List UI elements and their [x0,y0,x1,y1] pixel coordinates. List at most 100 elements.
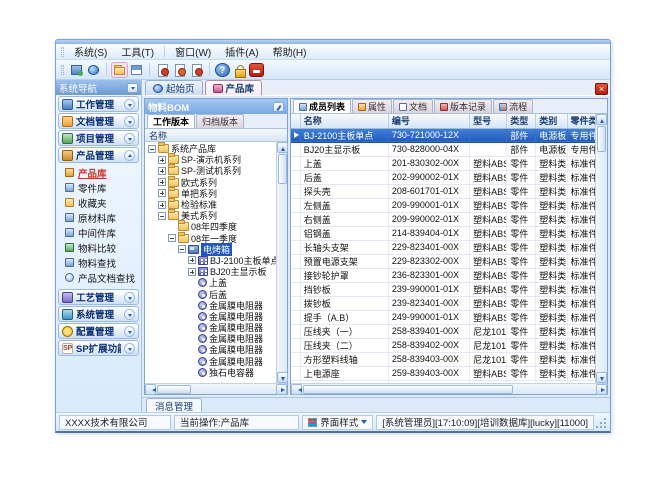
table-row[interactable]: 预置电源支架229-823302-00X塑料ABS零件塑料类标准件外协条 [291,254,595,268]
sidebar-group-配置管理[interactable]: 配置管理 [58,323,139,339]
pin-icon[interactable] [273,102,284,112]
doc-add-icon[interactable] [155,63,170,77]
menu-item[interactable]: 系统(S) [67,43,114,60]
collapse-icon[interactable] [158,212,166,220]
tab-工作版本[interactable]: 工作版本 [147,114,195,128]
column-header-编号[interactable]: 编号 [388,114,469,128]
table-row[interactable]: BJ20主显示板730-828000-04X部件电源板专用件外协颗 [291,142,595,156]
expand-icon[interactable] [158,167,166,175]
tree-node[interactable]: 独石电容器 [145,367,276,378]
menu-item[interactable]: 工具(T) [114,43,161,60]
workspace-icon[interactable] [69,63,84,77]
toolbar-grip[interactable] [61,65,64,75]
tab-归档版本[interactable]: 归档版本 [196,114,244,128]
expand-icon[interactable] [158,201,166,209]
table-row[interactable]: 铝钢盖214-839404-01X塑料ABS零件塑料类标准件外协条 [291,226,595,240]
bom-table-icon[interactable] [129,63,144,77]
web-icon[interactable] [86,63,101,77]
chevron-down-icon[interactable] [124,292,135,303]
exit-icon[interactable] [249,63,264,77]
chevron-down-icon[interactable] [124,133,135,144]
help-icon[interactable]: ? [215,63,230,77]
collapse-icon[interactable] [168,234,176,242]
table-row[interactable]: BJ-2100主板单点730-721000-12X部件电源板专用件外协颗 [291,128,595,142]
tree-horizontal-scrollbar[interactable] [145,383,287,394]
tab-属性[interactable]: 属性 [352,99,392,113]
tab-文档[interactable]: 文档 [393,99,433,113]
tab-message-management[interactable]: 消息管理 [146,398,202,412]
scroll-left-icon[interactable] [291,384,302,395]
scroll-left-icon[interactable] [145,384,156,395]
close-tab-icon[interactable]: × [595,83,608,95]
expand-icon[interactable] [188,268,196,276]
sidebar-item-中间件库[interactable]: 中间件库 [56,225,141,240]
column-header-名称[interactable]: 名称 [300,114,388,128]
sidebar-item-产品库[interactable]: 产品库 [56,165,141,180]
sidebar-item-产品文档查找[interactable]: 产品文档查找 [56,270,141,285]
sidebar-item-原材料库[interactable]: 原材料库 [56,210,141,225]
lock-icon[interactable] [232,63,247,77]
table-row[interactable]: 挡钞板239-990001-01X塑料ABS零件塑料类标准件外协条 [291,282,595,296]
tab-product-library[interactable]: 产品库 [205,80,263,95]
sidebar-item-物料比较[interactable]: 物料比较 [56,240,141,255]
ui-style-dropdown[interactable]: 界面样式 [302,415,373,430]
table-row[interactable]: 拨钞板239-823401-00X塑料ABS零件塑料类标准件外协条 [291,296,595,310]
sidebar-group-文档管理[interactable]: 文档管理 [58,113,139,129]
scroll-thumb[interactable] [303,385,513,394]
table-row[interactable]: 左侧盖209-990001-01X塑料ABS零件塑料类标准件外协条 [291,198,595,212]
chevron-down-icon[interactable] [124,343,135,354]
collapse-icon[interactable] [148,145,156,153]
scroll-right-icon[interactable] [276,384,287,395]
scroll-right-icon[interactable] [596,384,607,395]
sidebar-group-SP扩展功能[interactable]: SPSP扩展功能 [58,340,139,356]
scroll-thumb[interactable] [278,154,287,184]
table-row[interactable]: 右侧盖209-990002-01X塑料ABS零件塑料类标准件外协条 [291,212,595,226]
column-header-型号[interactable]: 型号 [470,114,507,128]
table-row[interactable]: 压线夹（一）258-839401-00X尼龙1010零件塑料类标准件外协条 [291,324,595,338]
menu-item[interactable]: 窗口(W) [168,43,218,60]
table-row[interactable]: 提手（A.B）249-990001-01X塑料ABS零件塑料类标准件外协条 [291,310,595,324]
column-header-类型[interactable]: 类型 [507,114,536,128]
expand-icon[interactable] [158,178,166,186]
collapse-icon[interactable] [178,245,186,253]
sidebar-collapse-icon[interactable] [127,83,138,93]
table-row[interactable]: 上盖201-830302-00X塑料ABS零件塑料类标准件外协条 [291,156,595,170]
expand-icon[interactable] [158,189,166,197]
chevron-down-icon[interactable] [124,99,135,110]
chevron-up-icon[interactable] [124,150,135,161]
chevron-down-icon[interactable] [124,309,135,320]
sidebar-item-物料查找[interactable]: 物料查找 [56,255,141,270]
expand-icon[interactable] [188,256,196,264]
table-row[interactable]: 后盖202-990002-01X塑料ABS零件塑料类标准件外协条 [291,170,595,184]
tree-column-header[interactable]: 名称 [145,129,287,142]
scroll-up-icon[interactable] [596,114,607,125]
menu-item[interactable]: 插件(A) [218,43,265,60]
table-row[interactable]: 方形塑料线轴258-839403-00X尼龙1010零件塑料类标准件外协条 [291,352,595,366]
scroll-down-icon[interactable] [596,372,607,383]
scroll-up-icon[interactable] [277,142,288,153]
sidebar-group-项目管理[interactable]: 项目管理 [58,130,139,146]
tab-流程[interactable]: 流程 [493,99,533,113]
table-row[interactable]: 压线夹（二）258-839402-00X尼龙1010零件塑料类标准件外协条 [291,338,595,352]
sidebar-item-零件库[interactable]: 零件库 [56,180,141,195]
menu-grip[interactable] [61,47,64,57]
doc-remove-icon[interactable] [189,63,204,77]
sidebar-group-产品管理[interactable]: 产品管理 [58,147,139,163]
expand-icon[interactable] [158,156,166,164]
scroll-down-icon[interactable] [277,372,288,383]
sidebar-group-系统管理[interactable]: 系统管理 [58,306,139,322]
chevron-down-icon[interactable] [124,326,135,337]
sidebar-item-收藏夹[interactable]: 收藏夹 [56,195,141,210]
table-horizontal-scrollbar[interactable] [291,383,607,394]
table-vertical-scrollbar[interactable] [595,114,607,383]
doc-edit-icon[interactable] [172,63,187,77]
tab-start-page[interactable]: 起始页 [145,80,203,95]
scroll-thumb[interactable] [597,126,606,152]
menu-item[interactable]: 帮助(H) [266,43,314,60]
tab-版本记录[interactable]: 版本记录 [434,99,492,113]
resize-grip[interactable] [597,415,607,429]
table-row[interactable]: 长轴头支架229-823401-00X塑料ABS零件塑料类标准件外协条 [291,240,595,254]
table-row[interactable]: 上电源座259-839403-00X塑料ABS零件塑料类标准件外协条 [291,366,595,380]
sidebar-group-工艺管理[interactable]: 工艺管理 [58,289,139,305]
tab-成员列表[interactable]: 成员列表 [293,99,351,113]
